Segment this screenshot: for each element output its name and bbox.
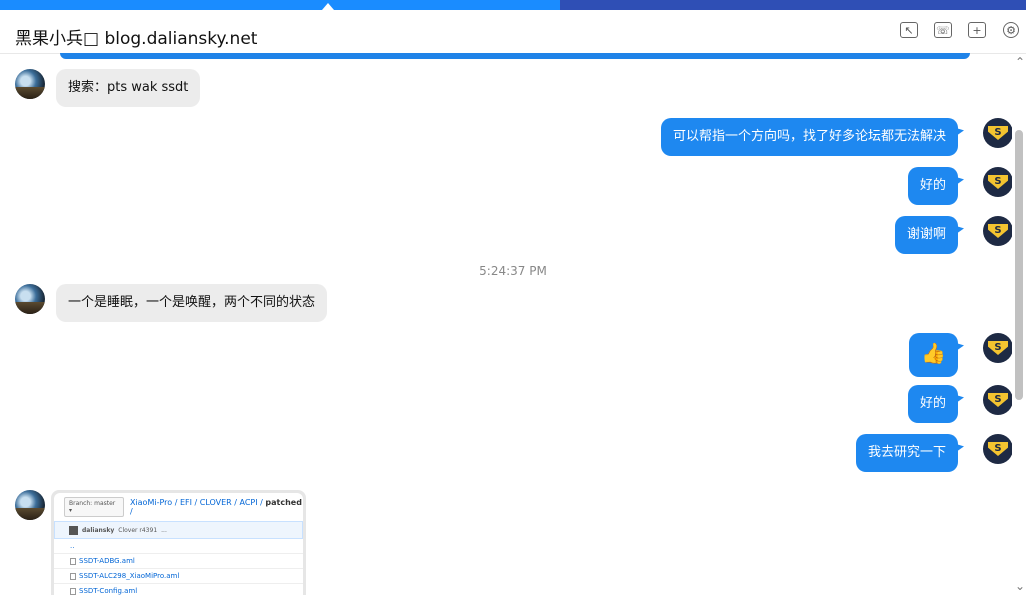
chat-area[interactable]: 搜索：pts wak ssdt S 可以帮指一个方向吗，找了好多论坛都无法解决 … xyxy=(0,55,1012,595)
file-name: SSDT-ADBG.aml xyxy=(79,557,135,565)
user-avatar[interactable]: S xyxy=(983,216,1012,246)
repo-path-bar: Branch: master ▾ XiaoMi-Pro / EFI / CLOV… xyxy=(54,493,303,521)
file-icon xyxy=(70,587,76,595)
scroll-down-icon[interactable]: ⌄ xyxy=(1015,579,1025,593)
chat-scrollbar[interactable]: ⌃ ⌄ xyxy=(1012,55,1026,595)
message-bubble-incoming[interactable]: 搜索：pts wak ssdt xyxy=(56,69,201,107)
superman-logo-icon: S xyxy=(988,442,1008,456)
user-avatar[interactable]: S xyxy=(983,434,1012,464)
top-strip-notch xyxy=(322,3,334,10)
branch-selector: Branch: master ▾ xyxy=(64,497,124,517)
image-message[interactable]: Branch: master ▾ XiaoMi-Pro / EFI / CLOV… xyxy=(51,490,306,595)
path-middle: / EFI / CLOVER / ACPI / xyxy=(172,498,266,507)
message-bubble-outgoing[interactable]: 好的 xyxy=(907,167,958,205)
contact-avatar[interactable] xyxy=(15,284,45,314)
message-bubble-incoming[interactable]: 一个是睡眠，一个是唤醒，两个不同的状态 xyxy=(56,284,328,322)
superman-logo-icon: S xyxy=(988,341,1008,355)
commit-message: Clover r4391 xyxy=(118,526,158,534)
phone-icon[interactable]: ☏ xyxy=(934,22,952,38)
chat-header: 黑果小兵□ blog.daliansky.net ↖ ☏ + ⚙ xyxy=(0,10,1026,54)
scroll-up-icon[interactable]: ⌃ xyxy=(1015,55,1025,69)
parent-dir-row: .. xyxy=(54,539,303,554)
screenshot-image: Branch: master ▾ XiaoMi-Pro / EFI / CLOV… xyxy=(54,493,303,595)
superman-logo-icon: S xyxy=(988,126,1008,140)
file-icon xyxy=(70,572,76,580)
add-icon[interactable]: + xyxy=(968,22,986,38)
superman-logo-icon: S xyxy=(988,393,1008,407)
message-bubble-outgoing[interactable]: 可以帮指一个方向吗，找了好多论坛都无法解决 xyxy=(660,118,958,156)
file-row: SSDT-ADBG.aml xyxy=(54,554,303,569)
parent-dir: .. xyxy=(70,542,75,550)
window-top-strip xyxy=(0,0,1026,10)
committer-avatar xyxy=(69,525,78,535)
user-avatar[interactable]: S xyxy=(983,167,1012,197)
path-current: patched xyxy=(265,498,302,507)
latest-commit-bar: daliansky Clover r4391 ... xyxy=(54,521,303,539)
screen-share-icon[interactable]: ↖ xyxy=(900,22,918,38)
contact-avatar[interactable] xyxy=(15,69,45,99)
user-avatar[interactable]: S xyxy=(983,118,1012,148)
top-strip-dark xyxy=(560,0,1026,10)
contact-avatar[interactable] xyxy=(15,490,45,520)
settings-icon[interactable]: ⚙ xyxy=(1003,22,1019,38)
chat-title: 黑果小兵□ blog.daliansky.net xyxy=(15,29,258,49)
file-row: SSDT-ALC298_XiaoMiPro.aml xyxy=(54,569,303,584)
file-row: SSDT-Config.aml xyxy=(54,584,303,595)
commit-user: daliansky xyxy=(82,526,115,534)
superman-logo-icon: S xyxy=(988,224,1008,238)
user-avatar[interactable]: S xyxy=(983,385,1012,415)
message-timestamp: 5:24:37 PM xyxy=(479,264,547,278)
file-name: SSDT-ALC298_XiaoMiPro.aml xyxy=(79,572,180,580)
repo-path: XiaoMi-Pro / EFI / CLOVER / ACPI / patch… xyxy=(130,498,303,516)
message-bubble-outgoing[interactable]: 谢谢啊 xyxy=(894,216,958,254)
commit-extra: ... xyxy=(161,526,167,534)
superman-logo-icon: S xyxy=(988,175,1008,189)
message-bubble-outgoing[interactable]: 我去研究一下 xyxy=(855,434,958,472)
thumbs-up-icon: 👍 xyxy=(921,341,946,365)
path-end: / xyxy=(129,507,133,516)
scrollbar-thumb[interactable] xyxy=(1015,130,1023,400)
message-bubble-outgoing[interactable]: 👍 xyxy=(909,333,958,377)
user-avatar[interactable]: S xyxy=(983,333,1012,363)
file-name: SSDT-Config.aml xyxy=(79,587,138,595)
message-bubble-outgoing[interactable]: 好的 xyxy=(907,385,958,423)
file-icon xyxy=(70,557,76,565)
repo-name: XiaoMi-Pro xyxy=(129,498,173,507)
